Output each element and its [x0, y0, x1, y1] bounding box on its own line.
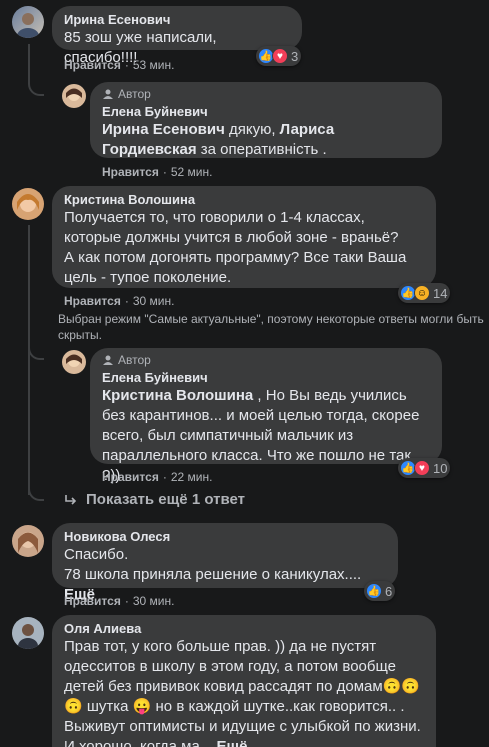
avatar[interactable]	[62, 350, 86, 374]
comment-author[interactable]: Елена Буйневич	[102, 103, 430, 120]
reactions-count: 10	[433, 460, 448, 476]
love-reaction-icon: ♥	[414, 460, 430, 476]
text-part: Спасибо. 78 школа приняла решение о кани…	[64, 546, 362, 583]
filter-notice: Выбран режим "Самые актуальные", поэтому…	[58, 312, 484, 342]
comment-text: Получается то, что говорили о 1-4 класса…	[64, 209, 407, 286]
reactions-count: 3	[291, 48, 299, 64]
mention-link[interactable]: Кристина Волошина	[102, 387, 253, 404]
reply-bubble: Автор Елена Буйневич Ирина Есенович дяку…	[90, 82, 442, 158]
avatar[interactable]	[12, 6, 44, 38]
separator-dot: ·	[162, 470, 167, 484]
author-badge-icon	[103, 89, 113, 99]
show-more-replies-button[interactable]: Показать ещё 1 ответ	[64, 491, 245, 508]
avatar-image	[66, 354, 82, 367]
show-more-replies-label: Показать ещё 1 ответ	[86, 491, 245, 508]
comment-author[interactable]: Ирина Есенович	[64, 11, 290, 28]
avatar-image	[18, 532, 38, 553]
reactions-summary[interactable]: 👍 ♥ 3	[256, 46, 302, 66]
reply-arrow-icon	[65, 494, 77, 505]
like-button[interactable]: Нравится	[64, 294, 121, 308]
comment-author[interactable]: Оля Алиева	[64, 620, 424, 637]
reactions-summary[interactable]: 👍 ♥ 10	[398, 458, 451, 478]
thread-connector	[28, 342, 44, 360]
author-badge: Автор	[102, 87, 430, 101]
thread-line	[28, 225, 30, 495]
text-part: за оперативність .	[196, 141, 327, 158]
comment-time[interactable]: 30 мин.	[133, 594, 175, 608]
comment-bubble: Новикова Олеся Спасибо. 78 школа приняла…	[52, 523, 398, 603]
haha-reaction-icon: ☺	[414, 285, 430, 301]
like-reaction-icon: 👍	[366, 583, 382, 599]
comment-text: Ирина Есенович дякую, Лариса Гордиевская…	[102, 120, 430, 160]
separator-dot: ·	[124, 594, 129, 608]
like-button[interactable]: Нравится	[102, 470, 159, 484]
text-part: шутка	[82, 698, 133, 715]
avatar[interactable]	[12, 617, 44, 649]
comment-bubble: Кристина Волошина Получается то, что гов…	[52, 186, 436, 288]
comment-actions: Нравится · 22 мин.	[102, 470, 212, 484]
avatar[interactable]	[12, 525, 44, 557]
reply-bubble: Автор Елена Буйневич Кристина Волошина ,…	[90, 348, 442, 484]
text-part: дякую,	[224, 121, 280, 138]
comment-actions: Нравится · 30 мин.	[64, 294, 174, 308]
see-more-link[interactable]: Ещё	[216, 738, 247, 747]
avatar[interactable]	[12, 188, 44, 220]
text-part: Прав тот, у кого больше прав. )) да не п…	[64, 638, 396, 695]
comment-author[interactable]: Елена Буйневич	[102, 369, 430, 386]
tongue-emoji: 😛	[132, 698, 152, 715]
thread-connector	[28, 78, 44, 96]
separator-dot: ·	[124, 58, 129, 72]
thread-connector	[28, 483, 44, 501]
reactions-summary[interactable]: 👍 6	[364, 581, 396, 601]
author-badge: Автор	[102, 353, 430, 367]
separator-dot: ·	[162, 165, 167, 179]
reactions-summary[interactable]: 👍 ☺ 14	[398, 283, 451, 303]
comment-text: Прав тот, у кого больше прав. )) да не п…	[64, 637, 424, 747]
comment-time[interactable]: 22 мин.	[171, 470, 213, 484]
like-button[interactable]: Нравится	[64, 58, 121, 72]
comment-time[interactable]: 30 мин.	[133, 294, 175, 308]
comment-bubble: Ирина Есенович 85 зош уже написали, спас…	[52, 6, 302, 66]
avatar-image	[17, 194, 39, 212]
comment-time[interactable]: 53 мин.	[133, 58, 175, 72]
comment-bubble: Оля Алиева Прав тот, у кого больше прав.…	[52, 615, 436, 747]
reactions-count: 14	[433, 285, 448, 301]
comment-actions: Нравится · 30 мин.	[64, 594, 174, 608]
comment-time[interactable]: 52 мин.	[171, 165, 213, 179]
mention-link[interactable]: Ирина Есенович	[102, 121, 225, 138]
author-badge-label: Автор	[118, 87, 151, 101]
avatar-image	[18, 624, 38, 649]
comment-author[interactable]: Кристина Волошина	[64, 191, 424, 208]
avatar-image	[66, 88, 82, 101]
comment-actions: Нравится · 53 мин.	[64, 58, 174, 72]
separator-dot: ·	[124, 294, 129, 308]
comment-author[interactable]: Новикова Олеся	[64, 528, 386, 545]
avatar-image	[17, 13, 39, 38]
like-button[interactable]: Нравится	[102, 165, 159, 179]
love-reaction-icon: ♥	[272, 48, 288, 64]
author-badge-icon	[103, 355, 113, 365]
like-button[interactable]: Нравится	[64, 594, 121, 608]
reactions-count: 6	[385, 583, 393, 599]
author-badge-label: Автор	[118, 353, 151, 367]
avatar[interactable]	[62, 84, 86, 108]
comment-actions: Нравится · 52 мин.	[102, 165, 212, 179]
